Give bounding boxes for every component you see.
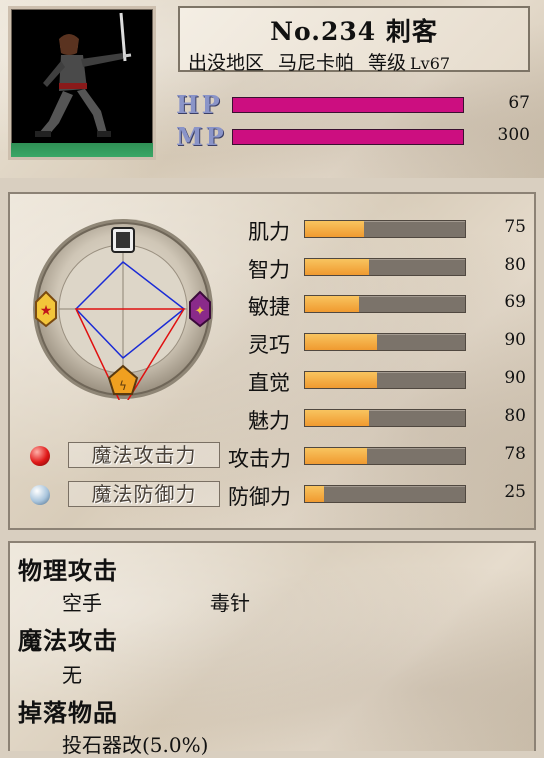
stat-value: 75 — [504, 217, 526, 237]
stat-bar-fill — [305, 334, 377, 350]
drops-heading: 掉落物品 — [18, 698, 118, 727]
level-value: Lv67 — [410, 54, 451, 73]
portrait-floor — [11, 143, 153, 157]
hp-value: 67 — [508, 93, 530, 113]
magic-attack-item: 无 — [62, 663, 82, 687]
stat-dexterity: 灵巧 90 — [238, 329, 538, 357]
physical-attack-heading: 物理攻击 — [18, 556, 118, 585]
hp-bar — [232, 97, 464, 113]
monster-name: No.234 刺客 — [270, 17, 438, 46]
stat-label: 防御力 — [228, 485, 291, 509]
stat-label: 魅力 — [248, 409, 290, 433]
magic-defense-row: 魔法防御力 — [30, 481, 220, 509]
stat-label: 敏捷 — [248, 295, 290, 319]
stat-bar — [304, 485, 466, 503]
stat-intuition: 直觉 90 — [238, 367, 538, 395]
assassin-figure-icon — [35, 12, 132, 137]
area-value: 马尼卡帕 — [278, 52, 355, 74]
stat-bar — [304, 409, 466, 427]
svg-text:★: ★ — [40, 303, 53, 319]
stat-label: 直觉 — [248, 371, 290, 395]
stat-charm: 魅力 80 — [238, 405, 538, 433]
mp-row: MP 300 — [176, 122, 540, 151]
magic-defense-label: 魔法防御力 — [68, 481, 220, 507]
stat-bar-fill — [305, 486, 325, 502]
svg-text:✦: ✦ — [195, 304, 206, 319]
info-panel: 物理攻击 空手 毒针 魔法攻击 无 掉落物品 投石器改(5.0%) — [8, 541, 536, 757]
stat-attack: 攻击力 78 — [228, 443, 538, 471]
stat-value: 25 — [504, 482, 526, 502]
element-wheel: ★ ✦ ϟ — [33, 219, 213, 400]
stat-bar — [304, 295, 466, 313]
mp-bar — [232, 129, 464, 145]
stat-value: 80 — [504, 255, 526, 275]
stat-strength: 肌力 75 — [238, 216, 538, 244]
header-panel: No.234 刺客 出没地区 马尼卡帕 等级 Lv67 HP 67 MP 300 — [0, 0, 544, 178]
blue-orb-icon — [30, 485, 50, 505]
stat-bar-fill — [305, 296, 360, 312]
hp-label: HP — [176, 90, 223, 119]
stat-label: 灵巧 — [248, 333, 290, 357]
stat-label: 肌力 — [248, 220, 290, 244]
stat-label: 智力 — [248, 258, 290, 282]
magic-attack-row: 魔法攻击力 — [30, 442, 220, 470]
hp-row: HP 67 — [176, 90, 540, 119]
stat-bar — [304, 220, 466, 238]
stat-value: 78 — [504, 444, 526, 464]
stat-bar-fill — [305, 259, 369, 275]
svg-text:ϟ: ϟ — [119, 379, 127, 393]
monster-subtitle: 出没地区 马尼卡帕 等级 Lv67 — [188, 48, 522, 75]
mp-value: 300 — [497, 125, 530, 145]
stat-value: 90 — [504, 330, 526, 350]
stat-bar — [304, 258, 466, 276]
red-orb-icon — [30, 446, 50, 466]
stat-label: 攻击力 — [228, 447, 291, 471]
stat-bar — [304, 447, 466, 465]
stat-bar-fill — [305, 372, 377, 388]
level-label: 等级 — [368, 52, 407, 74]
monster-title-box: No.234 刺客 出没地区 马尼卡帕 等级 Lv67 — [178, 6, 530, 75]
physical-attack-item: 空手 — [62, 591, 102, 615]
monster-portrait — [8, 6, 156, 160]
stat-value: 90 — [504, 368, 526, 388]
stat-value: 80 — [504, 406, 526, 426]
magic-attack-heading: 魔法攻击 — [18, 626, 118, 655]
drop-item: 投石器改(5.0%) — [62, 733, 209, 757]
stat-value: 69 — [504, 292, 526, 312]
mp-label: MP — [176, 122, 227, 151]
stat-agility: 敏捷 69 — [238, 291, 538, 319]
stat-bar-fill — [305, 410, 369, 426]
stat-intelligence: 智力 80 — [238, 254, 538, 282]
top-element-icon — [111, 227, 135, 253]
stats-panel: ★ ✦ ϟ 肌力 75 智力 80 敏捷 69 灵巧 90 直觉 90 魅力 8… — [8, 192, 536, 530]
stat-bar-fill — [305, 221, 365, 237]
stat-defense: 防御力 25 — [228, 481, 538, 509]
stat-bar — [304, 333, 466, 351]
physical-attack-item: 毒针 — [210, 591, 250, 615]
area-label: 出没地区 — [188, 52, 265, 74]
stat-bar — [304, 371, 466, 389]
magic-attack-label: 魔法攻击力 — [68, 442, 220, 468]
stat-bar-fill — [305, 448, 368, 464]
